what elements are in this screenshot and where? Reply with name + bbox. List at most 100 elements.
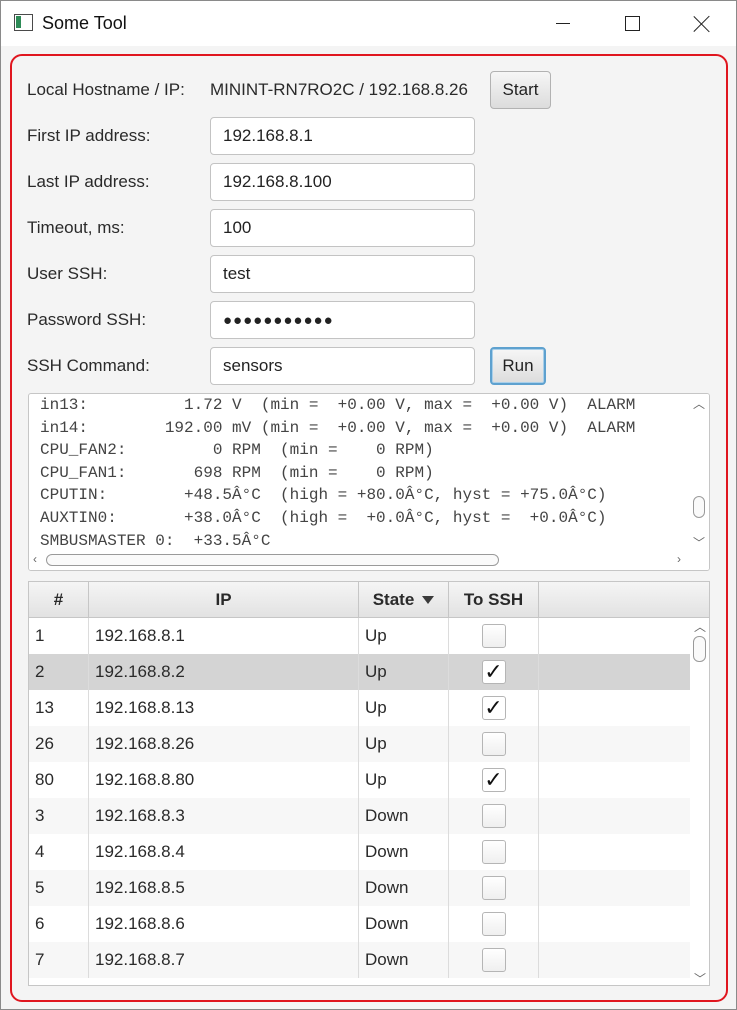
cell-ip: 192.168.8.6	[89, 906, 359, 942]
cell-to-ssh	[449, 618, 539, 654]
cell-to-ssh: ✓	[449, 690, 539, 726]
start-button[interactable]: Start	[490, 71, 551, 109]
table-row[interactable]: 7 192.168.8.7 Down	[29, 942, 690, 978]
cell-filler	[539, 798, 690, 834]
minimize-button[interactable]	[540, 1, 586, 46]
table-row[interactable]: 26 192.168.8.26 Up	[29, 726, 690, 762]
console-vscroll-thumb[interactable]	[693, 496, 705, 518]
cell-to-ssh	[449, 726, 539, 762]
title-bar: Some Tool	[1, 1, 736, 46]
cell-ip: 192.168.8.26	[89, 726, 359, 762]
cell-filler	[539, 690, 690, 726]
checkmark-icon: ✓	[484, 767, 503, 792]
table-row[interactable]: 2 192.168.8.2 Up ✓	[29, 654, 690, 690]
cell-state: Down	[359, 906, 449, 942]
table-row[interactable]: 3 192.168.8.3 Down	[29, 798, 690, 834]
to-ssh-checkbox[interactable]	[481, 624, 506, 648]
cell-number: 80	[29, 762, 89, 798]
to-ssh-checkbox-checked[interactable]: ✓	[481, 696, 506, 720]
ssh-output-console[interactable]: in13: 1.72 V (min = +0.00 V, max = +0.00…	[28, 393, 710, 571]
ssh-command-input[interactable]: sensors	[210, 347, 475, 385]
console-line: in14: 192.00 mV (min = +0.00 V, max = +0…	[40, 418, 636, 437]
to-ssh-checkbox[interactable]	[481, 948, 506, 972]
cell-ip: 192.168.8.1	[89, 618, 359, 654]
cell-filler	[539, 942, 690, 978]
console-line: CPUTIN: +48.5Â°C (high = +80.0Â°C, hyst …	[40, 486, 607, 505]
column-header-state[interactable]: State	[359, 582, 449, 618]
cell-ip: 192.168.8.7	[89, 942, 359, 978]
run-button[interactable]: Run	[490, 347, 546, 385]
console-hscroll-thumb[interactable]	[46, 554, 499, 566]
hostname-value: MININT-RN7RO2C / 192.168.8.26	[210, 80, 468, 99]
cell-to-ssh: ✓	[449, 654, 539, 690]
scroll-up-icon[interactable]: ︿	[693, 395, 705, 412]
cell-ip: 192.168.8.13	[89, 690, 359, 726]
cell-to-ssh	[449, 870, 539, 906]
table-header: # IP State To SSH	[29, 582, 709, 618]
table-row[interactable]: 1 192.168.8.1 Up	[29, 618, 690, 654]
cell-filler	[539, 762, 690, 798]
cell-state: Up	[359, 726, 449, 762]
table-scroll-down-icon[interactable]: ﹀	[694, 970, 706, 985]
table-scroll-up-icon[interactable]: ︿	[694, 618, 706, 635]
cell-state: Up	[359, 618, 449, 654]
cell-number: 1	[29, 618, 89, 654]
maximize-icon	[624, 16, 640, 31]
cell-number: 4	[29, 834, 89, 870]
cell-number: 26	[29, 726, 89, 762]
timeout-input[interactable]: 100	[210, 209, 475, 247]
maximize-button[interactable]	[609, 1, 655, 46]
to-ssh-checkbox[interactable]	[481, 912, 506, 936]
password-ssh-input[interactable]: ●●●●●●●●●●●	[210, 301, 475, 339]
console-line: CPU_FAN1: 698 RPM (min = 0 RPM)	[40, 463, 434, 482]
scroll-right-icon[interactable]: ›	[677, 552, 681, 566]
table-row[interactable]: 80 192.168.8.80 Up ✓	[29, 762, 690, 798]
to-ssh-checkbox[interactable]	[481, 804, 506, 828]
table-vscroll-thumb[interactable]	[693, 636, 706, 662]
to-ssh-checkbox[interactable]	[481, 840, 506, 864]
console-output-text: in13: 1.72 V (min = +0.00 V, max = +0.00…	[40, 394, 690, 552]
cell-filler	[539, 834, 690, 870]
user-ssh-label: User SSH:	[27, 264, 108, 283]
cell-to-ssh	[449, 906, 539, 942]
table-row[interactable]: 5 192.168.8.5 Down	[29, 870, 690, 906]
password-ssh-label: Password SSH:	[27, 310, 147, 329]
console-horizontal-scrollbar[interactable]: ‹ ›	[29, 550, 709, 570]
cell-number: 13	[29, 690, 89, 726]
column-header-to-ssh[interactable]: To SSH	[449, 582, 539, 618]
column-header-ip[interactable]: IP	[89, 582, 359, 618]
table-row[interactable]: 6 192.168.8.6 Down	[29, 906, 690, 942]
cell-ip: 192.168.8.3	[89, 798, 359, 834]
column-header-number[interactable]: #	[29, 582, 89, 618]
cell-number: 7	[29, 942, 89, 978]
cell-state: Down	[359, 870, 449, 906]
results-table: # IP State To SSH 1 192.168.8.1 Up 2 192.168…	[28, 581, 710, 986]
table-row[interactable]: 13 192.168.8.13 Up ✓	[29, 690, 690, 726]
user-ssh-input[interactable]: test	[210, 255, 475, 293]
scroll-left-icon[interactable]: ‹	[33, 552, 37, 566]
to-ssh-checkbox-checked[interactable]: ✓	[481, 659, 506, 684]
close-button[interactable]	[679, 1, 725, 46]
to-ssh-checkbox[interactable]	[481, 732, 506, 756]
scroll-down-icon[interactable]: ﹀	[693, 534, 705, 551]
cell-state: Down	[359, 834, 449, 870]
console-vertical-scrollbar[interactable]: ︿ ﹀	[689, 394, 709, 550]
first-ip-input[interactable]: 192.168.8.1	[210, 117, 475, 155]
console-line: AUXTIN0: +38.0Â°C (high = +0.0Â°C, hyst …	[40, 508, 607, 527]
cell-number: 5	[29, 870, 89, 906]
table-row[interactable]: 4 192.168.8.4 Down	[29, 834, 690, 870]
to-ssh-checkbox[interactable]	[481, 876, 506, 900]
cell-state: Up	[359, 762, 449, 798]
to-ssh-checkbox-checked[interactable]: ✓	[481, 767, 506, 792]
cell-to-ssh	[449, 798, 539, 834]
last-ip-input[interactable]: 192.168.8.100	[210, 163, 475, 201]
checkmark-icon: ✓	[484, 659, 503, 684]
timeout-label: Timeout, ms:	[27, 218, 125, 237]
ssh-command-label: SSH Command:	[27, 356, 150, 375]
table-vertical-scrollbar[interactable]: ︿ ﹀	[690, 618, 709, 985]
cell-ip: 192.168.8.2	[89, 654, 359, 690]
cell-ip: 192.168.8.5	[89, 870, 359, 906]
hostname-label: Local Hostname / IP:	[27, 80, 185, 99]
app-icon	[14, 14, 33, 31]
cell-filler	[539, 906, 690, 942]
